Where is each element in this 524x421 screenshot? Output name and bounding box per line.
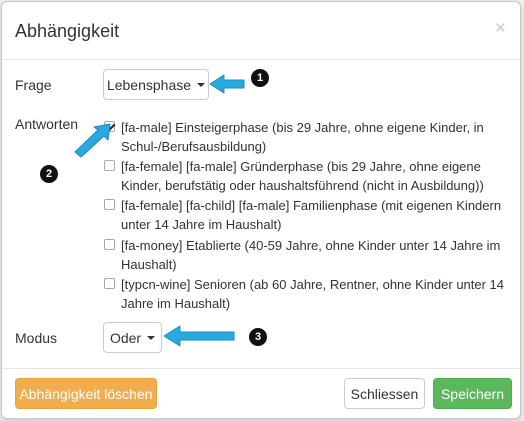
- annotation-badge-3: 3: [249, 328, 267, 346]
- arrow-annotation: [74, 123, 111, 158]
- annotation-badge-2: 2: [40, 165, 58, 183]
- annotation-arrows: [74, 74, 245, 347]
- annotation-badge-1: 1: [251, 69, 269, 87]
- arrow-annotation: [163, 325, 235, 347]
- arrow-annotation: [209, 74, 245, 94]
- dependency-modal: Abhängigkeit × Frage Lebensphase Antwort…: [1, 1, 521, 419]
